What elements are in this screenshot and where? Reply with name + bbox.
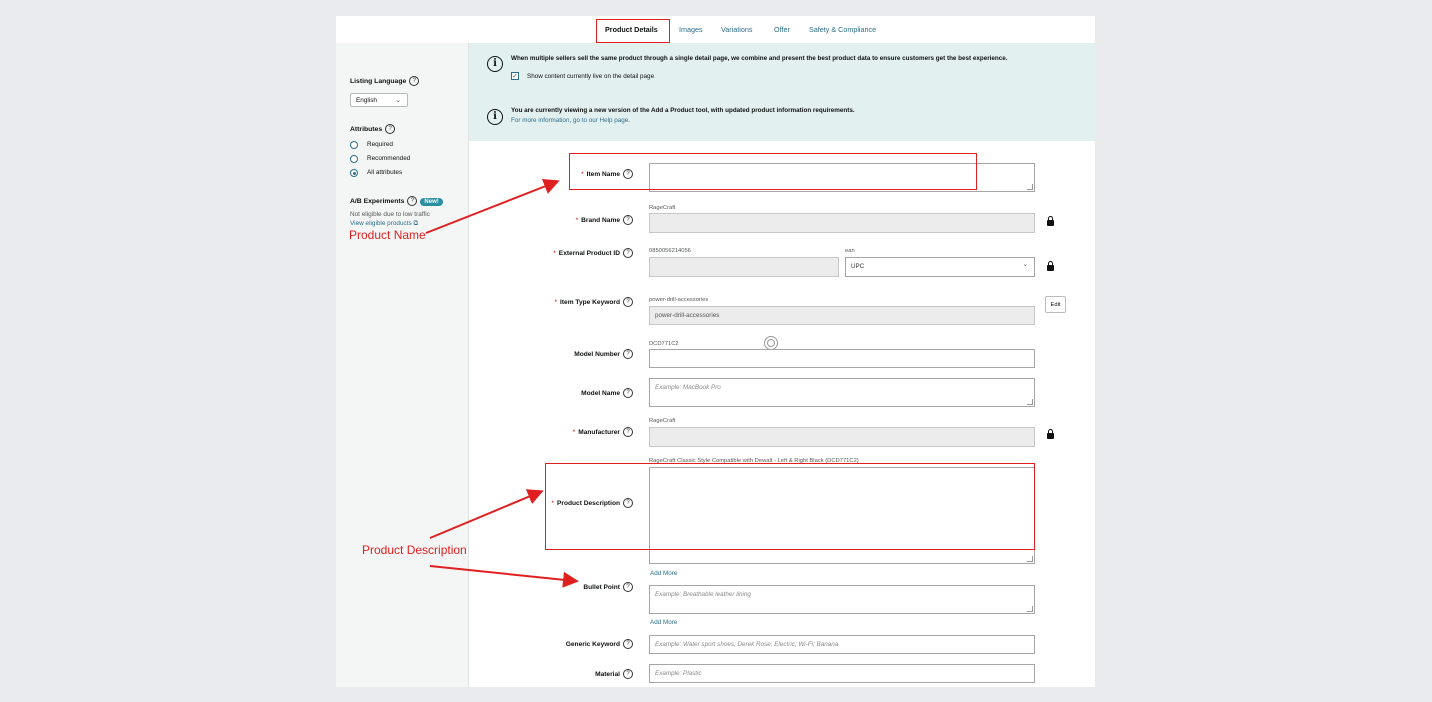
product-name-arrow — [425, 178, 560, 234]
product-description-annotation: Product Description — [362, 543, 467, 557]
bullet-point-arrow — [429, 565, 579, 588]
annotation-arrows — [425, 178, 579, 588]
product-name-annotation: Product Name — [349, 228, 426, 242]
description-arrow — [429, 489, 544, 539]
